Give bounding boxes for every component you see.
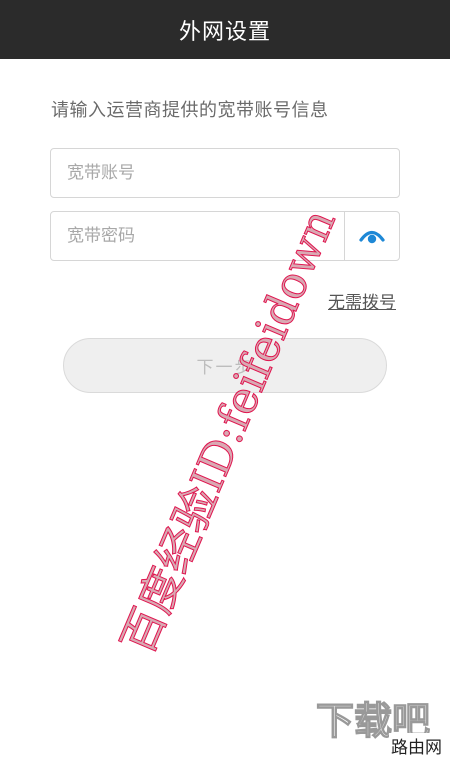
title-bar: 外网设置 [0,0,450,59]
site-name: 路由网 [389,733,444,758]
next-button[interactable]: 下一步 [63,338,387,393]
show-password-toggle[interactable] [344,212,399,260]
page-title: 外网设置 [178,19,271,45]
password-input[interactable] [51,212,347,260]
eye-icon [359,230,385,244]
account-input[interactable] [51,149,399,197]
watermark-text: 百度经验ID:feifeidown [112,202,346,662]
password-field[interactable] [50,211,400,261]
account-info-hint: 请输入运营商提供的宽带账号信息 [51,100,329,121]
account-field[interactable] [50,148,400,198]
no-dial-link[interactable]: 无需拨号 [328,288,396,313]
